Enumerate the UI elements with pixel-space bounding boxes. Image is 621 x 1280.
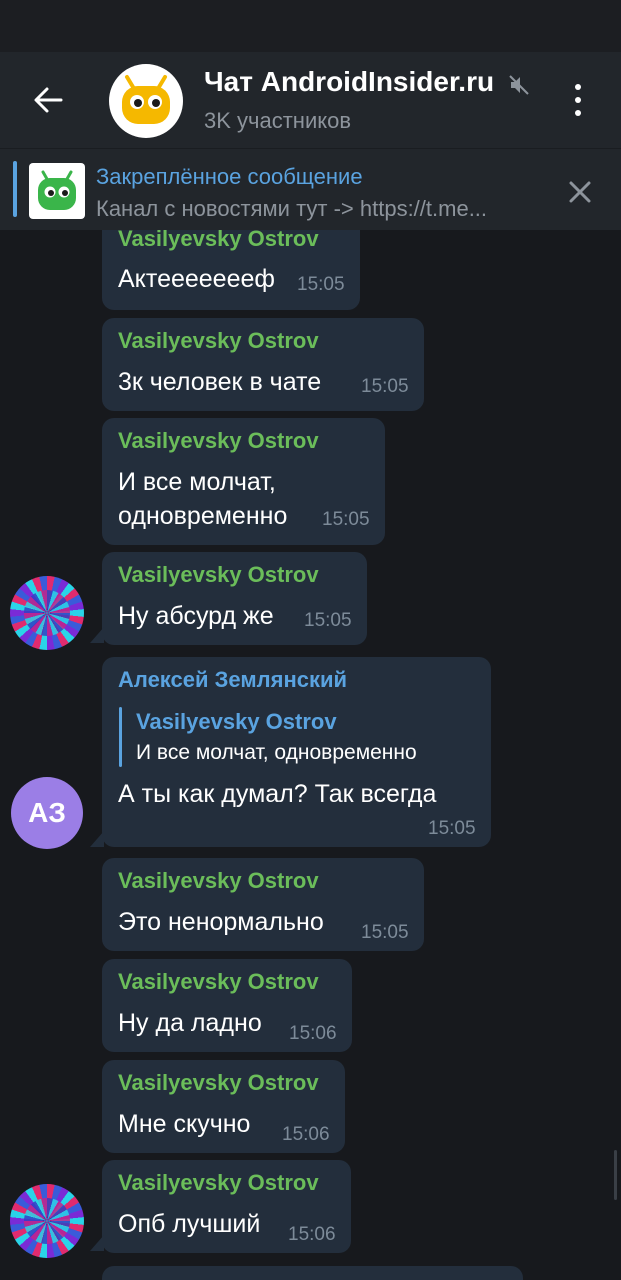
message-text: Ну да ладно xyxy=(118,1009,262,1037)
message-sender[interactable]: Vasilyevsky Ostrov xyxy=(118,1170,319,1196)
close-icon[interactable] xyxy=(562,174,598,210)
message-list[interactable]: Vasilyevsky Ostrov Актеееееееф 15:05 Vas… xyxy=(0,230,621,1280)
message-bubble-partial[interactable] xyxy=(102,1266,523,1280)
bubble-tail xyxy=(90,1235,104,1251)
pinned-accent-bar xyxy=(13,161,17,217)
message-bubble[interactable]: Vasilyevsky Ostrov Актеееееееф 15:05 xyxy=(102,230,360,310)
message-time: 15:06 xyxy=(282,1124,330,1145)
bubble-tail xyxy=(90,831,104,847)
message-sender[interactable]: Алексей Землянский xyxy=(118,667,347,693)
scrollbar[interactable] xyxy=(614,1150,617,1200)
user-avatar[interactable] xyxy=(10,1184,84,1258)
message-sender[interactable]: Vasilyevsky Ostrov xyxy=(118,428,319,454)
message-bubble[interactable]: Vasilyevsky Ostrov Это ненормально 15:05 xyxy=(102,858,424,951)
android-logo-icon xyxy=(38,170,76,210)
message-sender[interactable]: Vasilyevsky Ostrov xyxy=(118,328,319,354)
reply-accent-bar xyxy=(119,707,122,767)
chat-header: Чат AndroidInsider.ru 3K участников xyxy=(0,52,621,148)
message-sender[interactable]: Vasilyevsky Ostrov xyxy=(118,230,319,252)
message-time: 15:05 xyxy=(322,509,370,530)
message-text: Мне скучно xyxy=(118,1110,251,1138)
more-vert-icon[interactable] xyxy=(562,80,594,120)
message-text: 3к человек в чате xyxy=(118,368,322,396)
message-text: Опб лучший xyxy=(118,1210,261,1238)
message-bubble[interactable]: Vasilyevsky Ostrov Ну да ладно 15:06 xyxy=(102,959,352,1052)
pinned-title: Закреплённое сообщение xyxy=(96,164,363,189)
message-time: 15:06 xyxy=(288,1224,336,1245)
chat-subtitle: 3K участников xyxy=(204,108,352,133)
message-time: 15:05 xyxy=(428,818,476,839)
message-sender[interactable]: Vasilyevsky Ostrov xyxy=(118,1070,319,1096)
message-bubble[interactable]: Vasilyevsky Ostrov Мне скучно 15:06 xyxy=(102,1060,345,1153)
message-time: 15:06 xyxy=(289,1023,337,1044)
message-text: одновременно xyxy=(118,502,288,530)
user-avatar[interactable] xyxy=(10,576,84,650)
pinned-thumbnail xyxy=(29,163,85,219)
message-sender[interactable]: Vasilyevsky Ostrov xyxy=(118,868,319,894)
message-time: 15:05 xyxy=(361,922,409,943)
message-text: А ты как думал? Так всегда xyxy=(118,780,437,808)
message-time: 15:05 xyxy=(361,376,409,397)
message-bubble[interactable]: Алексей Землянский Vasilyevsky Ostrov И … xyxy=(102,657,491,847)
reply-text[interactable]: И все молчат, одновременно xyxy=(136,741,417,765)
chat-avatar[interactable] xyxy=(109,64,183,138)
pinned-message-bar[interactable]: Закреплённое сообщение Канал с новостями… xyxy=(0,148,621,230)
message-bubble[interactable]: Vasilyevsky Ostrov Ну абсурд же 15:05 xyxy=(102,552,367,645)
user-avatar[interactable]: АЗ xyxy=(11,777,83,849)
android-logo-icon xyxy=(122,75,170,124)
message-sender[interactable]: Vasilyevsky Ostrov xyxy=(118,562,319,588)
message-text: Ну абсурд же xyxy=(118,602,274,630)
message-bubble[interactable]: Vasilyevsky Ostrov И все молчат, одновре… xyxy=(102,418,385,545)
message-sender[interactable]: Vasilyevsky Ostrov xyxy=(118,969,319,995)
message-bubble[interactable]: Vasilyevsky Ostrov 3к человек в чате 15:… xyxy=(102,318,424,411)
message-text: Актеееееееф xyxy=(118,265,275,293)
status-bar xyxy=(0,0,621,52)
message-time: 15:05 xyxy=(297,274,345,295)
pinned-text: Канал с новостями тут -> https://t.me... xyxy=(96,196,488,221)
reply-sender[interactable]: Vasilyevsky Ostrov xyxy=(136,709,337,735)
bubble-tail xyxy=(90,627,104,643)
back-button[interactable] xyxy=(26,82,70,118)
mute-icon xyxy=(509,75,529,95)
message-bubble[interactable]: Vasilyevsky Ostrov Опб лучший 15:06 xyxy=(102,1160,351,1253)
message-text: Это ненормально xyxy=(118,908,324,936)
back-arrow-icon xyxy=(34,87,63,113)
chat-title[interactable]: Чат AndroidInsider.ru xyxy=(204,66,494,98)
message-text: И все молчат, xyxy=(118,468,276,496)
message-time: 15:05 xyxy=(304,610,352,631)
